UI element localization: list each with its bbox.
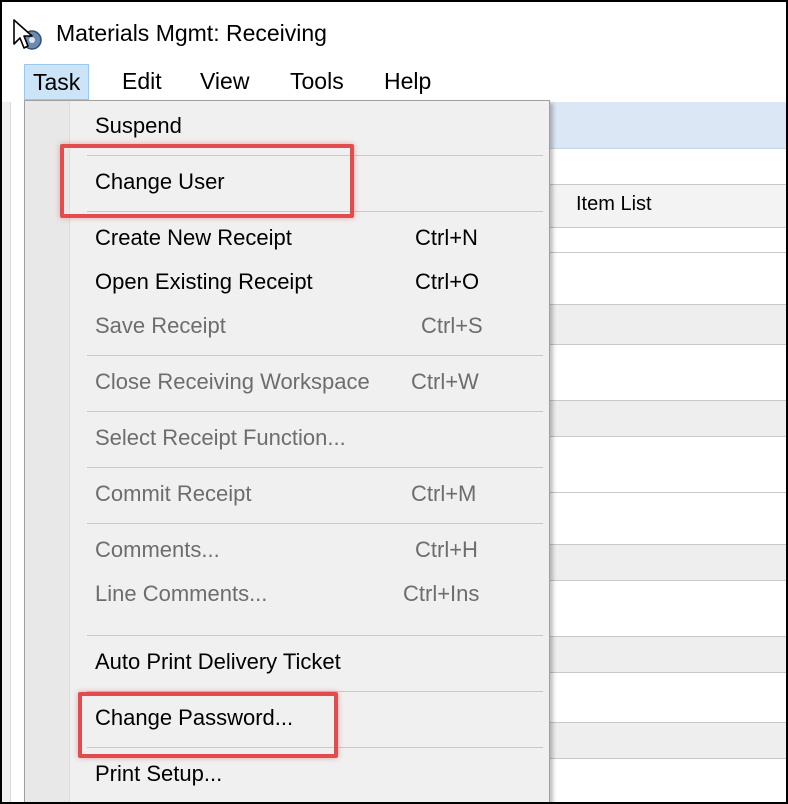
- item-list-label: Item List: [576, 193, 652, 215]
- menu-tools[interactable]: Tools: [282, 64, 352, 98]
- shortcut-commit-receipt: Ctrl+M: [411, 481, 477, 506]
- title-bar: Materials Mgmt: Receiving: [2, 2, 786, 58]
- table-row[interactable]: [546, 252, 786, 305]
- table-row[interactable]: [546, 400, 786, 437]
- shortcut-line-comments: Ctrl+Ins: [403, 581, 480, 606]
- table-row[interactable]: [546, 544, 786, 581]
- menu-separator: [87, 635, 543, 636]
- menu-task[interactable]: Task: [24, 64, 90, 100]
- menu-separator: [87, 355, 543, 356]
- menu-item-select-receipt-function: Select Receipt Function...: [95, 425, 346, 450]
- table-row[interactable]: [546, 758, 786, 802]
- table-row[interactable]: [546, 722, 786, 759]
- table-row[interactable]: [546, 344, 786, 401]
- menu-separator: [87, 411, 543, 412]
- shortcut-create-new-receipt: Ctrl+N: [415, 225, 478, 250]
- table-row[interactable]: [546, 436, 786, 493]
- table-row[interactable]: [546, 636, 786, 673]
- panel-header: [546, 102, 786, 149]
- menu-edit[interactable]: Edit: [114, 64, 170, 98]
- shortcut-open-existing-receipt: Ctrl+O: [415, 269, 480, 294]
- menu-item-create-new-receipt[interactable]: Create New Receipt: [95, 225, 292, 251]
- application-window: Materials Mgmt: Receiving Task Edit View…: [0, 0, 788, 804]
- menu-item-auto-print-delivery-ticket[interactable]: Auto Print Delivery Ticket: [95, 649, 341, 675]
- window-title: Materials Mgmt: Receiving: [56, 20, 327, 46]
- menu-item-save-receipt: Save Receipt: [95, 313, 226, 338]
- table-row[interactable]: [546, 492, 786, 545]
- menu-help[interactable]: Help: [376, 64, 439, 98]
- highlight-change-user: [60, 144, 354, 218]
- table-row[interactable]: [546, 580, 786, 637]
- menu-separator: [87, 523, 543, 524]
- menu-item-suspend[interactable]: Suspend: [95, 113, 182, 139]
- app-icon: [13, 19, 42, 50]
- menu-item-line-comments: Line Comments...: [95, 581, 268, 606]
- menu-item-close-receiving-workspace: Close Receiving Workspace: [95, 369, 370, 394]
- left-panel-edge: [2, 102, 11, 802]
- table-row[interactable]: [546, 672, 786, 723]
- highlight-change-password: [78, 692, 338, 758]
- menu-item-comments: Comments...: [95, 537, 220, 562]
- menu-item-open-existing-receipt[interactable]: Open Existing Receipt: [95, 269, 313, 295]
- menu-separator: [87, 467, 543, 468]
- menu-item-print-setup[interactable]: Print Setup...: [95, 761, 222, 787]
- item-list-column-header[interactable]: Item List: [546, 184, 786, 228]
- menu-bar: Task Edit View Tools Help: [2, 58, 786, 102]
- menu-item-commit-receipt: Commit Receipt: [95, 481, 252, 506]
- table-row[interactable]: [546, 304, 786, 345]
- menu-view[interactable]: View: [192, 64, 257, 98]
- shortcut-save-receipt: Ctrl+S: [421, 313, 483, 338]
- shortcut-close-receiving-workspace: Ctrl+W: [411, 369, 479, 394]
- shortcut-comments: Ctrl+H: [415, 537, 478, 562]
